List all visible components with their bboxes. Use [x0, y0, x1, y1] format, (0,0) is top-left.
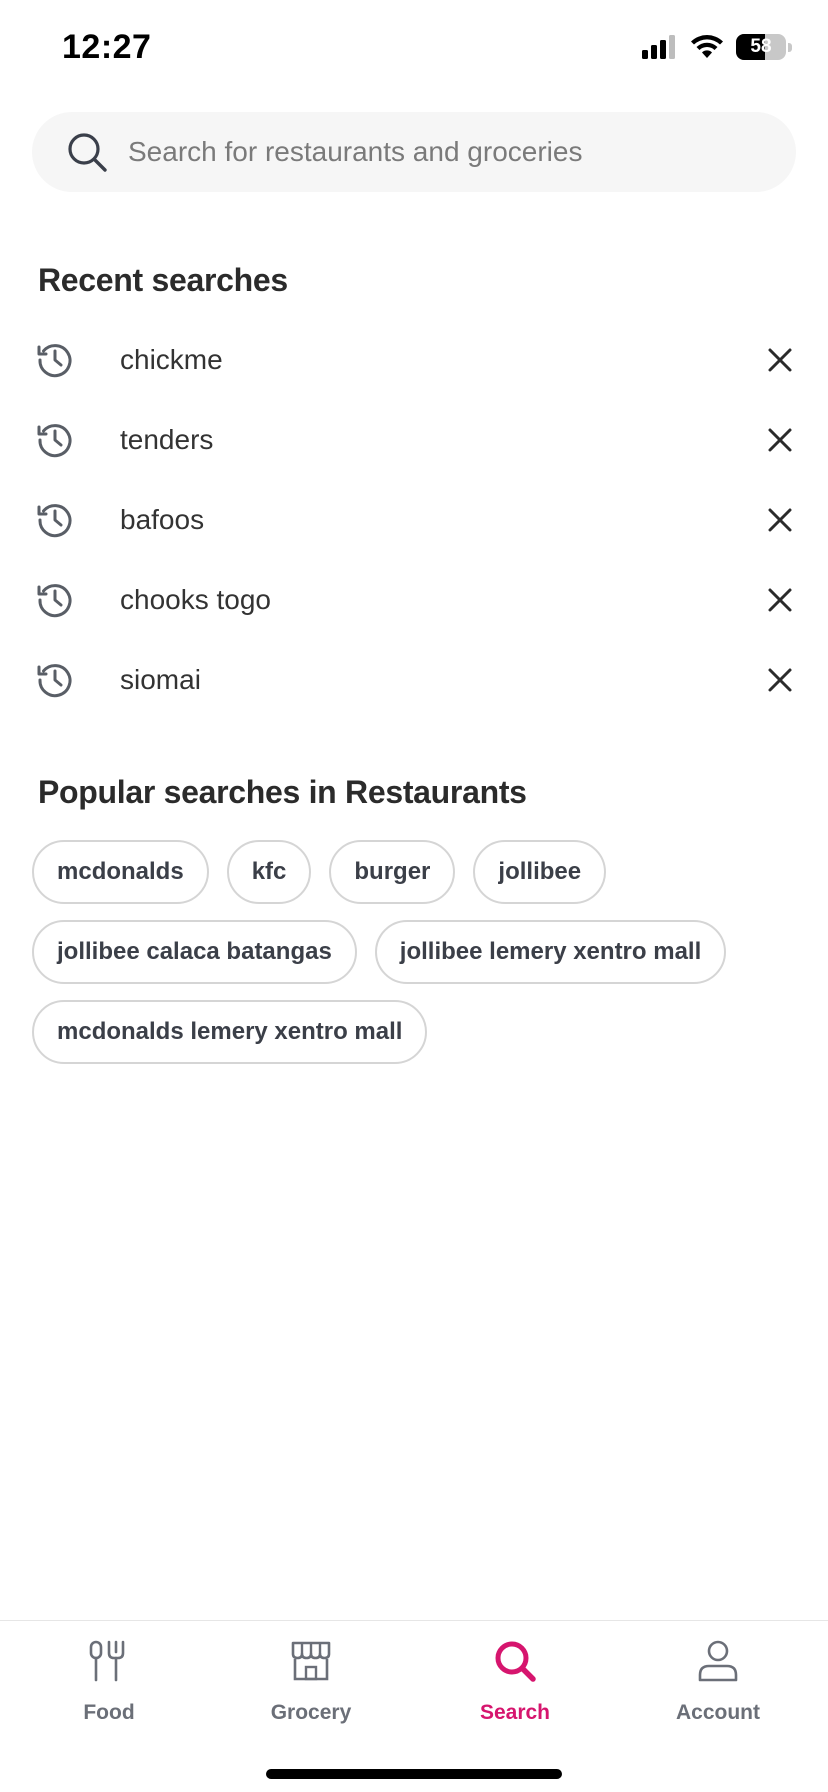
close-icon: [768, 588, 792, 612]
search-icon: [68, 133, 107, 172]
status-icons: 58: [642, 34, 792, 60]
history-icon: [37, 344, 72, 378]
close-icon: [768, 428, 792, 452]
popular-searches-title: Popular searches in Restaurants: [38, 774, 527, 810]
recent-search-item[interactable]: siomai: [0, 640, 828, 720]
nav-item-search[interactable]: Search: [425, 1639, 605, 1725]
history-icon: [37, 584, 72, 618]
recent-search-label: chickme: [120, 344, 223, 375]
recent-search-label: chooks togo: [120, 584, 271, 615]
close-icon: [768, 508, 792, 532]
nav-label: Grocery: [270, 1701, 352, 1724]
history-icon: [37, 424, 72, 458]
history-icon: [37, 504, 72, 538]
recent-searches-list: chickme tenders bafoos chooks togo sioma…: [0, 320, 828, 720]
battery-icon: 58: [736, 34, 786, 60]
bottom-nav: Food Grocery Search Account: [0, 1620, 828, 1792]
wifi-icon: [691, 35, 723, 58]
history-icon: [37, 664, 72, 698]
close-icon: [768, 348, 792, 372]
fork-knife-icon: [89, 1640, 125, 1682]
search-screen: 12:27 58 Rece: [0, 0, 828, 1792]
popular-search-chip[interactable]: kfc: [226, 840, 312, 904]
popular-search-chip[interactable]: jollibee calaca batangas: [32, 920, 357, 984]
store-icon: [291, 1641, 331, 1681]
remove-recent-button[interactable]: [762, 342, 798, 378]
popular-search-chips: mcdonalds kfc burger jollibee jollibee c…: [32, 840, 802, 1064]
remove-recent-button[interactable]: [762, 582, 798, 618]
popular-search-chip[interactable]: burger: [329, 840, 456, 904]
signal-icon: [642, 35, 675, 59]
battery-level: 58: [750, 36, 772, 57]
battery-nub: [788, 42, 792, 52]
recent-search-item[interactable]: chooks togo: [0, 560, 828, 640]
recent-search-label: siomai: [120, 664, 201, 695]
recent-searches-title: Recent searches: [38, 262, 288, 298]
recent-search-label: bafoos: [120, 504, 205, 535]
nav-item-account[interactable]: Account: [628, 1639, 808, 1725]
status-bar: 12:27 58: [0, 0, 828, 100]
recent-search-label: tenders: [120, 424, 214, 455]
nav-label: Account: [676, 1701, 760, 1724]
search-icon: [495, 1641, 536, 1682]
nav-item-grocery[interactable]: Grocery: [221, 1639, 401, 1725]
popular-search-chip[interactable]: jollibee: [473, 840, 607, 904]
recent-search-item[interactable]: tenders: [0, 400, 828, 480]
search-bar[interactable]: [32, 112, 796, 192]
remove-recent-button[interactable]: [762, 502, 798, 538]
recent-search-item[interactable]: chickme: [0, 320, 828, 400]
nav-item-food[interactable]: Food: [19, 1639, 199, 1725]
home-indicator: [266, 1769, 562, 1779]
popular-search-chip[interactable]: mcdonalds: [32, 840, 209, 904]
nav-label: Search: [479, 1701, 551, 1724]
person-icon: [698, 1640, 738, 1682]
search-input[interactable]: [128, 122, 796, 182]
status-time: 12:27: [62, 28, 152, 66]
recent-search-item[interactable]: bafoos: [0, 480, 828, 560]
popular-search-chip[interactable]: jollibee lemery xentro mall: [374, 920, 727, 984]
popular-search-chip[interactable]: mcdonalds lemery xentro mall: [32, 1000, 428, 1064]
nav-label: Food: [83, 1701, 135, 1724]
remove-recent-button[interactable]: [762, 422, 798, 458]
close-icon: [768, 668, 792, 692]
remove-recent-button[interactable]: [762, 662, 798, 698]
